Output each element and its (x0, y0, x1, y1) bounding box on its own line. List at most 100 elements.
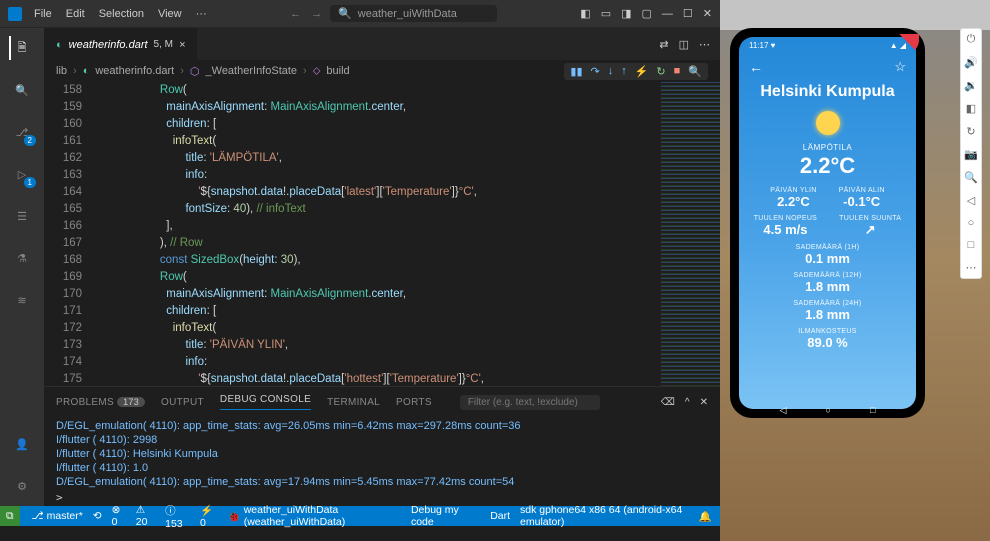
extensions-icon[interactable]: ☰ (10, 204, 34, 228)
tab-terminal[interactable]: TERMINAL (327, 397, 380, 408)
breadcrumb-file[interactable]: weatherinfo.dart (95, 65, 174, 77)
command-center-search[interactable]: 🔍 weather_uiWithData (330, 5, 497, 22)
tab-debug-console[interactable]: DEBUG CONSOLE (220, 394, 311, 410)
app-back-icon[interactable]: ← (749, 59, 763, 75)
hot-reload-icon[interactable]: ⚡ (635, 65, 649, 78)
panel-filter-input[interactable]: Filter (e.g. text, !exclude) (460, 395, 600, 410)
menu-file[interactable]: File (34, 8, 52, 20)
status-sync[interactable]: ⟲ (93, 510, 102, 522)
testing-icon[interactable]: ⚗ (10, 246, 34, 270)
window-maximize-icon[interactable]: ☐ (683, 7, 693, 20)
layout-left-icon[interactable]: ◧ (580, 7, 590, 20)
window-close-icon[interactable]: ✕ (703, 7, 712, 20)
status-info[interactable]: ⓘ 153 (165, 503, 190, 530)
layout-panel-icon[interactable]: ▢ (642, 7, 652, 20)
tab-more-icon[interactable]: ⋯ (699, 38, 710, 51)
emu-side-button-4[interactable]: ↻ (966, 125, 975, 138)
status-debug-config[interactable]: Debug my code (411, 504, 470, 528)
emu-side-button-0[interactable]: ⏻ (967, 33, 976, 46)
rain-12h-label: SADEMÄÄRÄ (12H) (747, 272, 908, 279)
status-sdk-device[interactable]: sdk gphone64 x86 64 (android-x64 emulato… (520, 504, 689, 528)
panel-close-icon[interactable]: ✕ (700, 397, 708, 408)
app-favorite-icon[interactable]: ☆ (894, 59, 906, 75)
layout-right-icon[interactable]: ◨ (621, 7, 631, 20)
menu-view[interactable]: View (158, 8, 182, 20)
debug-step-into-icon[interactable]: ↓ (608, 65, 614, 77)
rain-24h-label: SADEMÄÄRÄ (24H) (747, 300, 908, 307)
tab-weatherinfo[interactable]: ◐ weatherinfo.dart 5, M × (44, 28, 197, 60)
tab-close-icon[interactable]: × (179, 39, 185, 51)
debug-console-output[interactable]: D/EGL_emulation( 4110): app_time_stats: … (44, 417, 720, 489)
menu-selection[interactable]: Selection (99, 8, 144, 20)
phone-status-bar: 11:17 ♥▲ ◢ (739, 37, 916, 53)
status-notifications-icon[interactable]: 🔔 (699, 510, 712, 523)
weather-sun-icon (816, 111, 840, 135)
android-nav-bar: ◁ ○ □ (739, 402, 916, 409)
debug-restart-icon[interactable]: ↻ (656, 65, 665, 78)
emu-side-button-3[interactable]: ◧ (966, 102, 976, 115)
debug-pause-icon[interactable]: ▮▮ (570, 65, 582, 78)
emu-side-button-9[interactable]: □ (968, 239, 975, 251)
breadcrumb-class[interactable]: _WeatherInfoState (206, 65, 298, 77)
android-back-icon[interactable]: ◁ (780, 405, 787, 410)
explorer-icon[interactable]: 🗎 (9, 36, 33, 60)
emu-side-button-6[interactable]: 🔍 (964, 171, 978, 184)
humidity-label: ILMANKOSTEUS (747, 328, 908, 335)
compare-icon[interactable]: ⇄ (659, 38, 668, 51)
status-warnings[interactable]: ⚠ 20 (136, 504, 155, 528)
devtools-icon[interactable]: 🔍 (688, 65, 702, 78)
menu-edit[interactable]: Edit (66, 8, 85, 20)
high-label: PÄIVÄN YLIN (770, 187, 816, 194)
debug-step-out-icon[interactable]: ↑ (621, 65, 627, 77)
emu-side-button-2[interactable]: 🔉 (964, 79, 978, 92)
window-minimize-icon[interactable]: — (662, 8, 673, 20)
status-bar: ⧉ ⎇ master* ⟲ ⊗ 0 ⚠ 20 ⓘ 153 ⚡ 0 🐞 weath… (0, 506, 720, 526)
nav-forward-icon[interactable]: → (311, 8, 322, 20)
debug-step-over-icon[interactable]: ↷ (591, 65, 600, 78)
emu-side-button-8[interactable]: ○ (968, 217, 975, 229)
tab-ports[interactable]: PORTS (396, 397, 432, 408)
status-branch[interactable]: ⎇ master* (32, 510, 83, 522)
low-value: -0.1°C (839, 194, 885, 209)
emu-side-button-10[interactable]: ⋯ (966, 261, 977, 274)
android-recent-icon[interactable]: □ (870, 405, 875, 409)
layout-bottom-icon[interactable]: ▭ (601, 7, 611, 20)
breadcrumb-bar: lib › ◐ weatherinfo.dart › ⬡ _WeatherInf… (44, 60, 720, 82)
flutter-icon[interactable]: ≋ (10, 288, 34, 312)
debug-stop-icon[interactable]: ■ (674, 65, 681, 77)
tab-output[interactable]: OUTPUT (161, 397, 204, 408)
menu-more[interactable]: ··· (196, 8, 207, 20)
debug-toolbar: ▮▮ ↷ ↓ ↑ ⚡ ↻ ■ 🔍 (564, 63, 708, 80)
panel-maximize-icon[interactable]: ^ (685, 397, 690, 408)
wind-dir-icon: ↗ (839, 222, 901, 238)
source-control-icon[interactable]: ⎇2 (10, 120, 34, 144)
bottom-panel: PROBLEMS 173 OUTPUT DEBUG CONSOLE TERMIN… (44, 386, 720, 506)
vscode-logo-icon (8, 7, 22, 21)
nav-back-icon[interactable]: ← (290, 8, 301, 20)
search-icon: 🔍 (338, 7, 352, 20)
status-errors[interactable]: ⊗ 0 (112, 504, 126, 528)
minimap[interactable] (660, 82, 720, 386)
emu-side-button-5[interactable]: 📷 (964, 148, 978, 161)
run-debug-icon[interactable]: ▷1 (10, 162, 34, 186)
breadcrumb-folder[interactable]: lib (56, 65, 67, 77)
clear-console-icon[interactable]: ⌫ (661, 397, 675, 408)
rain-1h-value: 0.1 mm (747, 251, 908, 266)
emu-side-button-1[interactable]: 🔊 (964, 56, 978, 69)
status-language[interactable]: Dart (490, 510, 510, 522)
status-remote-icon[interactable]: ⧉ (0, 506, 20, 526)
tab-problems[interactable]: PROBLEMS 173 (56, 397, 145, 408)
search-icon[interactable]: 🔍 (10, 78, 34, 102)
android-home-icon[interactable]: ○ (826, 405, 831, 409)
breadcrumb-method[interactable]: build (326, 65, 349, 77)
status-port[interactable]: ⚡ 0 (200, 504, 218, 529)
emu-side-button-7[interactable]: ◁ (967, 194, 975, 207)
code-editor[interactable]: 1581591601611621631641651661671681691701… (44, 82, 720, 386)
accounts-icon[interactable]: 👤 (10, 432, 34, 456)
rain-24h-value: 1.8 mm (747, 307, 908, 322)
dart-file-icon: ◐ (83, 65, 90, 77)
activity-bar: 🗎 🔍 ⎇2 ▷1 ☰ ⚗ ≋ 👤 ⚙ (0, 28, 44, 506)
status-device-selector[interactable]: 🐞 weather_uiWithData (weather_uiWithData… (228, 504, 401, 528)
split-editor-icon[interactable]: ◫ (679, 38, 689, 51)
settings-gear-icon[interactable]: ⚙ (10, 474, 34, 498)
